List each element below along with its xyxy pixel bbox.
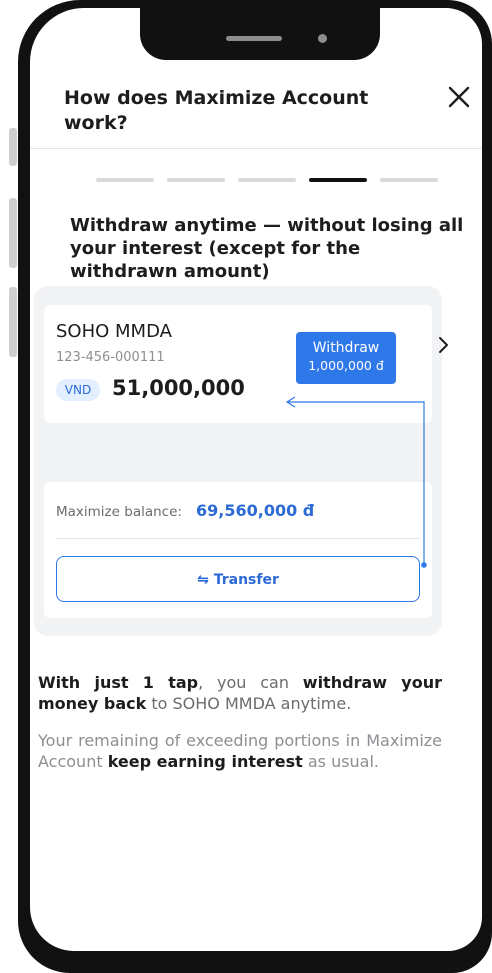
description-paragraph: With just 1 tap, you can withdraw your m… — [38, 673, 443, 713]
flow-arrow — [285, 396, 427, 568]
description-paragraph: Your remaining of exceeding portions in … — [38, 731, 442, 771]
